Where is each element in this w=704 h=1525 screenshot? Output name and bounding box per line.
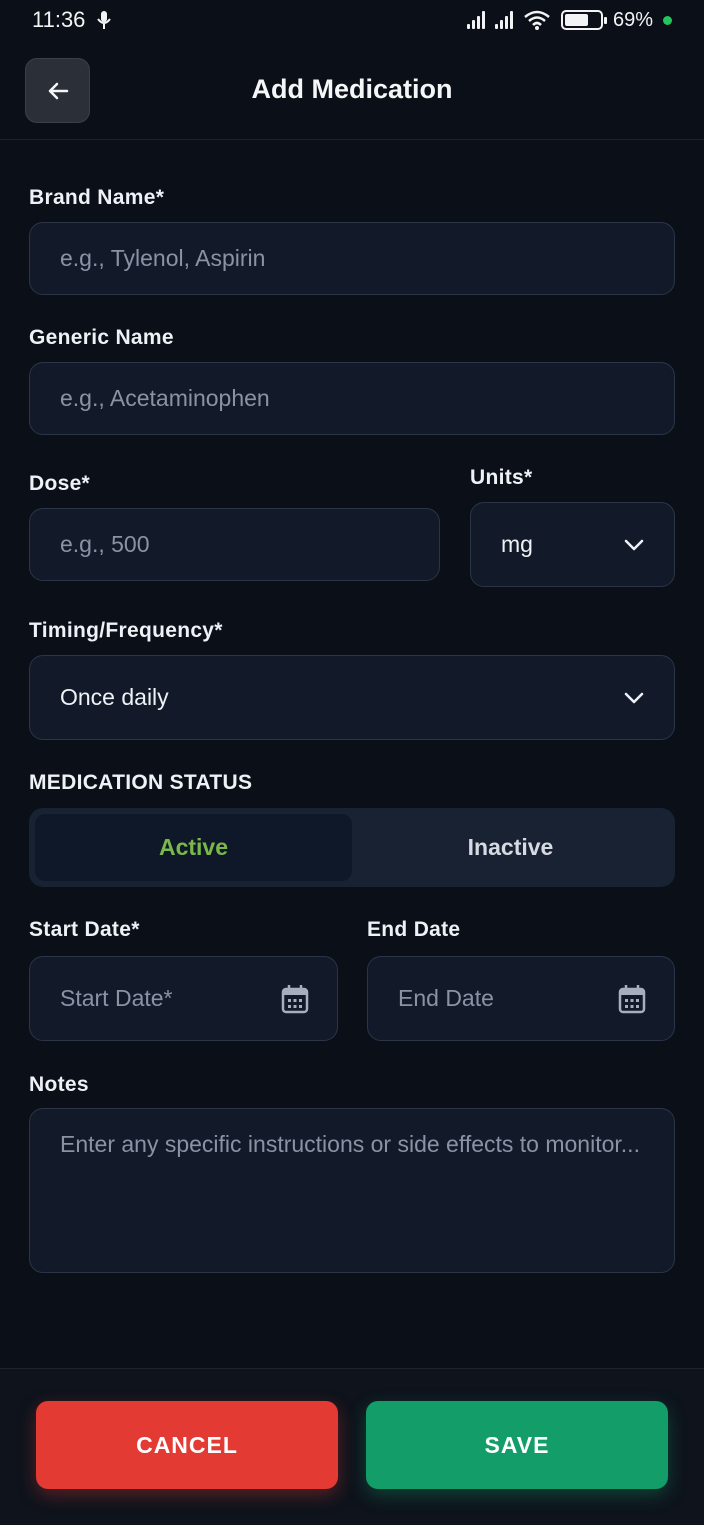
- footer-actions: CANCEL SAVE: [0, 1368, 704, 1525]
- status-time: 11:36: [32, 7, 86, 32]
- charging-dot: [663, 15, 672, 25]
- chevron-down-icon: [624, 539, 644, 550]
- units-value: mg: [501, 531, 533, 557]
- timing-select[interactable]: Once daily: [29, 655, 675, 740]
- brand-name-placeholder: e.g., Tylenol, Aspirin: [60, 245, 266, 271]
- status-option-inactive[interactable]: Inactive: [352, 814, 669, 881]
- timing-value: Once daily: [60, 684, 169, 710]
- dose-placeholder: e.g., 500: [60, 531, 150, 557]
- save-button[interactable]: SAVE: [366, 1401, 668, 1489]
- units-label: Units*: [470, 466, 533, 489]
- status-option-active[interactable]: Active: [35, 814, 352, 881]
- medication-status-label: MEDICATION STATUS: [29, 771, 253, 794]
- arrow-left-icon: [48, 82, 68, 99]
- signal-icon: [494, 11, 513, 29]
- units-select[interactable]: mg: [470, 502, 675, 587]
- end-date-placeholder: End Date: [398, 985, 494, 1011]
- end-date-label: End Date: [367, 918, 461, 941]
- notes-label: Notes: [29, 1073, 89, 1096]
- status-bar: 11:36 69%: [0, 0, 704, 40]
- back-button[interactable]: [25, 58, 90, 123]
- notes-textarea[interactable]: Enter any specific instructions or side …: [29, 1108, 675, 1273]
- end-date-input[interactable]: End Date: [367, 956, 675, 1041]
- calendar-icon[interactable]: [618, 984, 646, 1014]
- brand-name-input[interactable]: e.g., Tylenol, Aspirin: [29, 222, 675, 295]
- brand-name-label: Brand Name*: [29, 186, 165, 209]
- dose-label: Dose*: [29, 472, 91, 495]
- status-segmented-control: Active Inactive: [29, 808, 675, 887]
- start-date-input[interactable]: Start Date*: [29, 956, 338, 1041]
- battery-percent: 69%: [612, 8, 653, 31]
- battery-icon: [560, 10, 607, 30]
- notes-placeholder: Enter any specific instructions or side …: [60, 1131, 640, 1157]
- microphone-icon: [97, 11, 112, 29]
- wifi-icon: [524, 10, 550, 30]
- chevron-down-icon: [624, 692, 644, 703]
- status-right: 69%: [466, 8, 672, 32]
- generic-name-label: Generic Name: [29, 326, 174, 349]
- calendar-icon[interactable]: [281, 984, 309, 1014]
- start-date-label: Start Date*: [29, 918, 140, 941]
- timing-label: Timing/Frequency*: [29, 619, 223, 642]
- generic-name-placeholder: e.g., Acetaminophen: [60, 385, 270, 411]
- generic-name-input[interactable]: e.g., Acetaminophen: [29, 362, 675, 435]
- signal-icon: [466, 11, 485, 29]
- start-date-placeholder: Start Date*: [60, 985, 173, 1011]
- status-left: 11:36: [32, 7, 112, 33]
- app-header: Add Medication: [0, 48, 704, 140]
- cancel-button[interactable]: CANCEL: [36, 1401, 338, 1489]
- page-title: Add Medication: [251, 74, 453, 104]
- dose-input[interactable]: e.g., 500: [29, 508, 440, 581]
